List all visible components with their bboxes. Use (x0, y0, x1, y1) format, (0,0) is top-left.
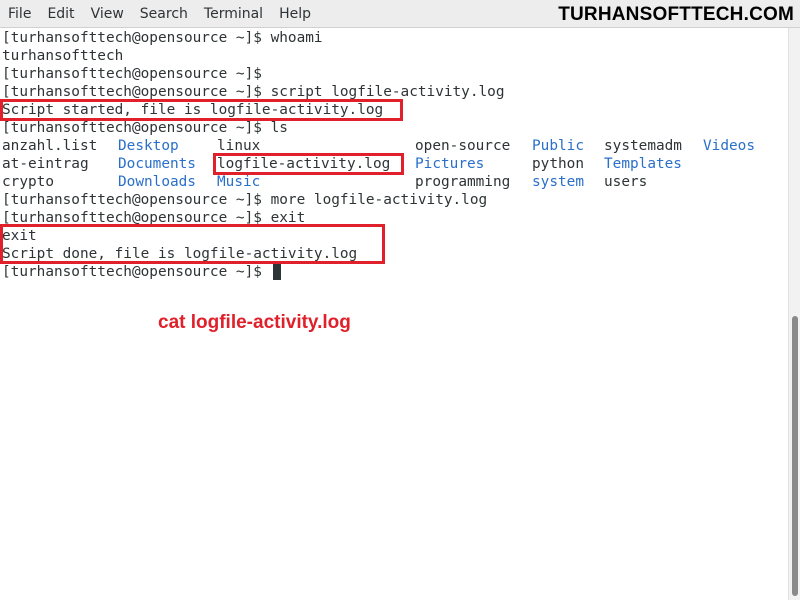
ls-entry: crypto (2, 174, 54, 190)
terminal-line: [turhansofttech@opensource ~]$ more logf… (2, 192, 488, 208)
terminal-line: turhansofttech (2, 48, 124, 64)
terminal-window: File Edit View Search Terminal Help TURH… (0, 0, 800, 600)
ls-entry-dir: Public (532, 138, 584, 154)
ls-entry: open-source (415, 138, 511, 154)
terminal-line: [turhansofttech@opensource ~]$ script lo… (2, 84, 505, 100)
ls-entry-dir: Desktop (118, 138, 179, 154)
annotation-label: cat logfile-activity.log (158, 312, 351, 333)
menu-bar: File Edit View Search Terminal Help TURH… (0, 0, 800, 28)
terminal-prompt-line: [turhansofttech@opensource ~]$ (2, 263, 281, 281)
scrollbar-thumb[interactable] (792, 316, 798, 596)
menu-search[interactable]: Search (132, 0, 196, 28)
vertical-scrollbar[interactable] (788, 28, 800, 600)
ls-entry: systemadm (604, 138, 682, 154)
menu-edit[interactable]: Edit (39, 0, 82, 28)
ls-entry-dir: Music (217, 174, 261, 190)
ls-entry: at-eintrag (2, 156, 89, 172)
menu-file[interactable]: File (0, 0, 39, 28)
terminal-line: Script started, file is logfile-activity… (2, 102, 384, 118)
site-watermark: TURHANSOFTTECH.COM (558, 4, 794, 25)
terminal-line: [turhansofttech@opensource ~]$ (2, 66, 262, 82)
text-cursor (272, 263, 281, 280)
ls-entry-dir: Videos (703, 138, 755, 154)
terminal-line: exit (2, 228, 37, 244)
ls-entry-dir: Documents (118, 156, 196, 172)
ls-entry: logfile-activity.log (217, 156, 391, 172)
ls-entry-dir: Templates (604, 156, 682, 172)
menu-terminal[interactable]: Terminal (196, 0, 271, 28)
menu-items: File Edit View Search Terminal Help (0, 0, 319, 28)
menu-view[interactable]: View (83, 0, 132, 28)
terminal-line: [turhansofttech@opensource ~]$ exit (2, 210, 306, 226)
terminal-line: [turhansofttech@opensource ~]$ ls (2, 120, 288, 136)
menu-help[interactable]: Help (271, 0, 319, 28)
ls-entry: anzahl.list (2, 138, 98, 154)
terminal-line: [turhansofttech@opensource ~]$ whoami (2, 30, 323, 46)
ls-entry: linux (217, 138, 261, 154)
ls-entry-dir: Downloads (118, 174, 196, 190)
ls-entry: python (532, 156, 584, 172)
ls-entry: programming (415, 174, 511, 190)
ls-entry-dir: Pictures (415, 156, 485, 172)
ls-entry: users (604, 174, 648, 190)
prompt-text: [turhansofttech@opensource ~]$ (2, 264, 271, 280)
terminal-output[interactable]: [turhansofttech@opensource ~]$ whoami tu… (0, 28, 788, 600)
terminal-line: Script done, file is logfile-activity.lo… (2, 246, 358, 262)
ls-entry-dir: system (532, 174, 584, 190)
